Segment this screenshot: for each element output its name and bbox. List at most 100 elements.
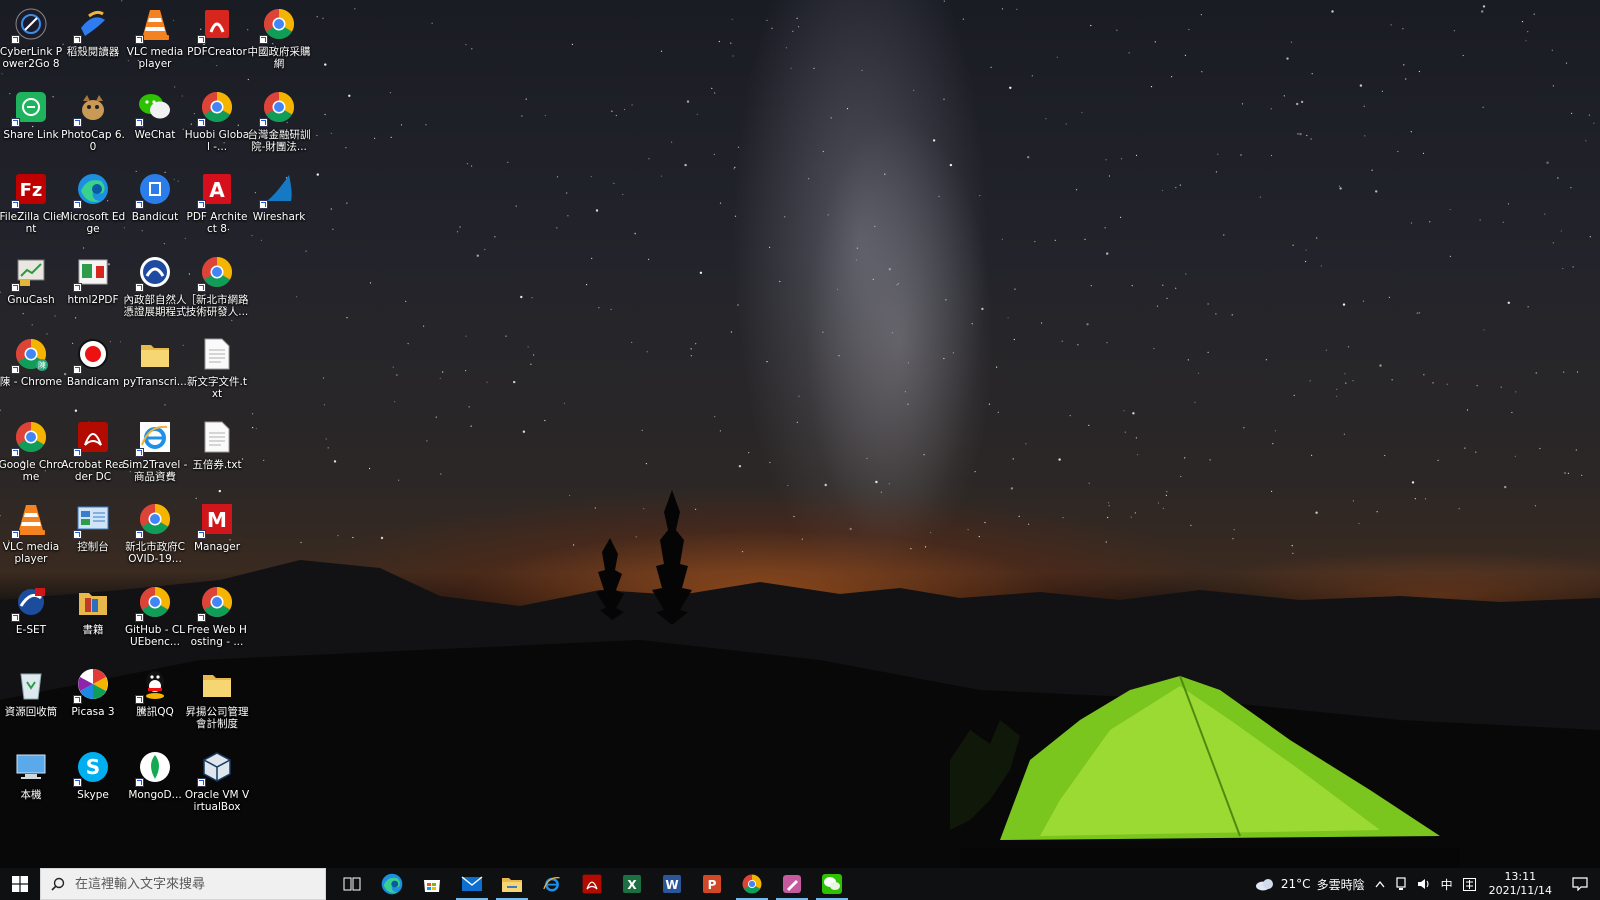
ime-mode-button[interactable] [1458,868,1481,900]
desktop-icon[interactable]: S Skype [62,743,124,823]
desktop-icon[interactable]: 台灣金融研訓院-財團法... [247,83,311,163]
desktop-icon[interactable]: Sim2Travel - 商品資費 [123,413,187,493]
desktop-icon[interactable]: Picasa 3 [62,660,124,740]
search-input[interactable] [73,875,317,893]
desktop-icon[interactable]: Microsoft Edge [61,165,125,245]
desktop-icon[interactable]: 控制台 [62,495,124,575]
word-icon: W [662,874,682,894]
desktop-icon[interactable]: E-SET [0,578,62,658]
taskbar-app-button[interactable]: X [612,868,652,900]
taskbar-app-button[interactable] [572,868,612,900]
edge-icon [73,169,113,209]
desktop-icon-label: Google Chrome [0,458,64,483]
desktop-icon[interactable]: M Manager [186,495,248,575]
network-tray-button[interactable] [1390,868,1412,900]
start-button[interactable] [0,868,40,900]
taskbar-app-button[interactable] [412,868,452,900]
taskbar-app-button[interactable] [332,868,372,900]
desktop-icon[interactable]: 新北市政府COVID-19... [124,495,186,575]
desktop-icon[interactable]: Bandicam [62,330,124,410]
desktop-icon[interactable]: 資源回收筒 [0,660,62,740]
desktop-icon[interactable]: WeChat [124,83,186,163]
desktop-icon[interactable]: 新文字文件.txt [186,330,248,410]
desktop-icon[interactable]: PhotoCap 6.0 [61,83,125,163]
taskbar-app-button[interactable] [532,868,572,900]
desktop-icon-label: Huobi Global -... [184,128,250,153]
shortcut-arrow-icon [135,777,144,787]
desktop-icon[interactable]: pyTranscri... [123,330,187,410]
taskbar-app-button[interactable] [372,868,412,900]
desktop-icon[interactable]: MongoD... [124,743,186,823]
chrome-icon [135,582,175,622]
desktop-icon[interactable]: Fz FileZilla Client [0,165,62,245]
show-hidden-icons-button[interactable] [1370,868,1390,900]
taskbar-app-button[interactable] [772,868,812,900]
virtualbox-icon [197,747,237,787]
taskbar-search-box[interactable] [40,868,326,900]
desktop-icon[interactable]: VLC media player [0,495,62,575]
desktop-icon[interactable]: Huobi Global -... [184,83,250,163]
desktop-icon[interactable]: A PDF Architect 8 [186,165,248,245]
desktop-icon[interactable]: Free Web Hosting - ... [186,578,248,658]
shortcut-arrow-icon [73,777,82,787]
desktop-icon[interactable]: PDFCreator [186,0,248,80]
desktop-icon-label: E-SET [15,623,47,636]
desktop-icon[interactable]: 五倍券.txt [186,413,248,493]
mongodb-icon [135,747,175,787]
desktop-icon[interactable]: 陳陳 - Chrome [0,330,62,410]
desktop-icon-label: 新北市政府COVID-19... [125,541,185,565]
folder-icon [197,664,237,704]
desktop-icon[interactable]: Google Chrome [0,413,64,493]
taskbar-app-button[interactable] [452,868,492,900]
desktop-icon[interactable]: 書籍 [62,578,124,658]
desktop-icon-label: CyberLink Power2Go 8 [0,46,63,70]
desktop-icon[interactable]: GnuCash [0,248,62,328]
desktop-icon-label: 台灣金融研訓院-財團法... [247,128,311,153]
shortcut-arrow-icon [11,365,20,374]
desktop-icon[interactable]: GitHub - CLUEbenc... [124,578,186,658]
acrobat-icon [582,874,602,894]
desktop-icon-label: WeChat [134,128,176,141]
desktop-icon[interactable]: Wireshark [248,165,310,245]
desktop-icon[interactable]: VLC media player [124,0,186,80]
desktop-icon-label: Oracle VM VirtualBox [184,788,250,813]
shortcut-arrow-icon [73,117,82,127]
taskbar-app-button[interactable]: P [692,868,732,900]
volume-tray-button[interactable] [1412,868,1436,900]
tent-ground-shadow [960,848,1460,868]
taskbar-app-button[interactable] [492,868,532,900]
weather-widget[interactable]: 21°C 多雲時陰 [1250,868,1370,900]
acrobat-icon [73,417,113,457]
clock[interactable]: 13:11 2021/11/14 [1481,870,1560,898]
control-panel-icon [73,499,113,539]
desktop-icon[interactable]: 中國政府采購網 [248,0,311,80]
desktop-icon[interactable]: html2PDF [62,248,124,328]
desktop-icon-label: 資源回收筒 [4,706,58,718]
pdf-architect-icon: A [197,169,237,209]
taskbar-app-button[interactable] [732,868,772,900]
desktop-icon[interactable]: 稻殼閱讀器 [62,0,124,80]
desktop-wallpaper: CyberLink Power2Go 8 稻殼閱讀器 VLC media playe… [0,0,1600,868]
shortcut-arrow-icon [73,365,82,374]
recycle-bin-icon [11,664,51,704]
shortcut-arrow-icon [11,612,20,622]
desktop-icon[interactable]: Bandicut [124,165,186,245]
ime-indicator[interactable]: 中 [1436,868,1458,900]
desktop-icon[interactable]: 昇揚公司管理會計制度 [186,660,249,740]
share-link-icon [11,87,51,127]
desktop-icon[interactable]: 本機 [0,743,62,823]
desktop-icon[interactable]: ［新北市網路技術研發人... [186,248,249,328]
taskbar-app-button[interactable]: W [652,868,692,900]
shortcut-arrow-icon [135,530,144,539]
desktop-icon[interactable]: CyberLink Power2Go 8 [0,0,62,80]
desktop-icon[interactable]: 內政部自然人憑證展期程式 [124,248,187,328]
wechat-icon [821,873,843,895]
desktop-icon[interactable]: Acrobat Reader DC [61,413,125,493]
shortcut-arrow-icon [73,282,82,292]
desktop-icon[interactable]: 騰訊QQ [124,660,186,740]
taskbar-app-button[interactable] [812,868,852,900]
action-center-button[interactable] [1560,868,1600,900]
desktop-icon[interactable]: Share Link [0,83,62,163]
wechat-icon [135,87,175,127]
desktop-icon[interactable]: Oracle VM VirtualBox [184,743,250,823]
